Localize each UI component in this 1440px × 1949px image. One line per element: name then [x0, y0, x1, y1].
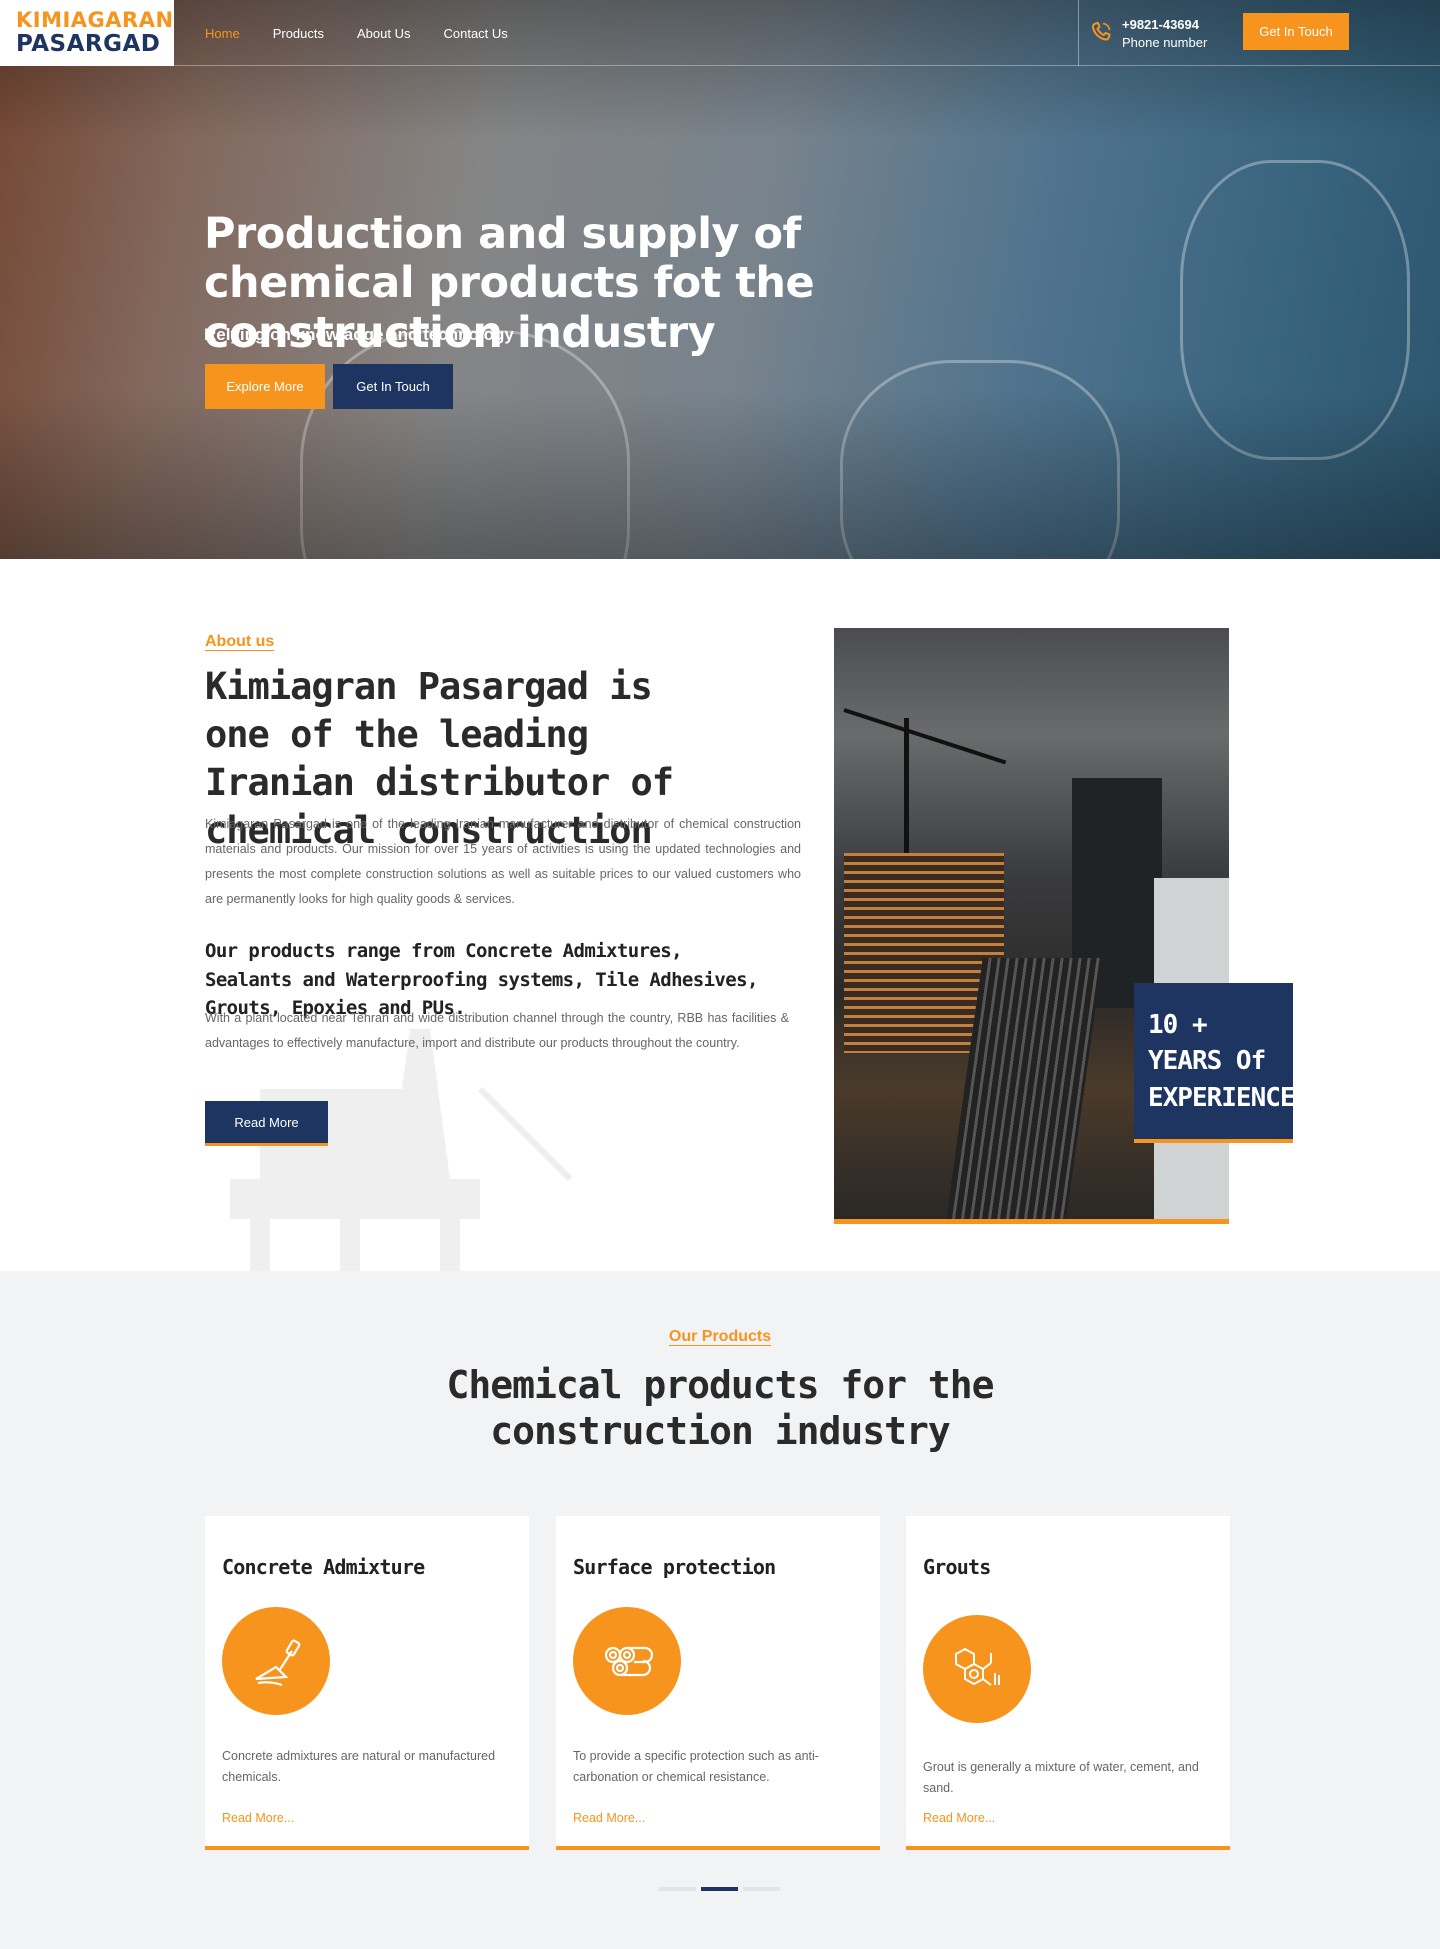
molecule-icon [955, 1647, 1000, 1686]
product-card-surface-protection[interactable]: Surface protection To provide a specific… [556, 1516, 880, 1850]
experience-badge: 10 + YEARS Of EXPERIENCE [1134, 983, 1296, 1143]
nav-item-about-us[interactable]: About Us [357, 26, 410, 41]
products-section: Our Products Chemical products for the c… [0, 1271, 1440, 1949]
about-section: About us Kimiagran Pasargad is one of th… [0, 559, 1440, 1271]
carousel-dot-1[interactable] [659, 1887, 696, 1891]
crane-decoration [843, 708, 1007, 765]
about-read-more-button[interactable]: Read More [205, 1101, 328, 1146]
header-get-in-touch-button[interactable]: Get In Touch [1243, 13, 1349, 50]
product-card-text: Grout is generally a mixture of water, c… [923, 1760, 1199, 1795]
pipes-icon [604, 1646, 654, 1677]
experience-line-3: EXPERIENCE [1148, 1082, 1296, 1113]
nav-item-products[interactable]: Products [273, 26, 324, 41]
products-eyebrow: Our Products [668, 1328, 772, 1345]
product-card-icon-circle [222, 1607, 330, 1715]
product-card-read-more-link[interactable]: Read More... [222, 1811, 294, 1825]
nav-item-home[interactable]: Home [205, 26, 240, 41]
product-card-icon-circle [923, 1615, 1031, 1723]
about-paragraph-1: Kimiagaran Pasargad is one of the leadin… [205, 817, 801, 906]
main-nav: Home Products About Us Contact Us [205, 0, 508, 66]
product-card-title: Concrete Admixture [222, 1555, 425, 1579]
products-title: Chemical products for the construction i… [446, 1363, 995, 1453]
hero-get-in-touch-button[interactable]: Get In Touch [333, 364, 453, 409]
header-divider [1078, 0, 1079, 66]
oil-rig-watermark-icon [230, 1029, 573, 1271]
products-eyebrow-wrap: Our Products [0, 1328, 1440, 1346]
hero-subtitle: Relying on knowladge and technology [204, 325, 514, 344]
product-card-concrete-admixture[interactable]: Concrete Admixture Concrete admixtures a… [205, 1516, 529, 1850]
product-card-title: Grouts [923, 1555, 991, 1579]
logo[interactable]: KIMIAGARAN PASARGAD [0, 0, 174, 66]
logo-line-1: KIMIAGARAN [16, 8, 174, 32]
experience-line-2: YEARS Of [1148, 1046, 1266, 1077]
phone-label: Phone number [1122, 35, 1208, 50]
experience-line-1: 10 + [1148, 1010, 1208, 1040]
product-card-icon-circle [573, 1607, 681, 1715]
nav-item-contact-us[interactable]: Contact Us [443, 26, 507, 41]
about-eyebrow: About us [205, 633, 275, 650]
crane-decoration [904, 718, 909, 868]
product-card-read-more-link[interactable]: Read More... [923, 1811, 995, 1825]
product-card-text: To provide a specific protection such as… [573, 1749, 819, 1784]
about-paragraph-2: With a plant located near Tehran and wid… [205, 1011, 789, 1050]
logo-line-2: PASARGAD [16, 31, 161, 57]
product-card-text: Concrete admixtures are natural or manuf… [222, 1749, 496, 1784]
product-card-grouts[interactable]: Grouts Grout is generally a mixture of w… [906, 1516, 1230, 1850]
phone-icon [1091, 21, 1111, 41]
product-card-read-more-link[interactable]: Read More... [573, 1811, 645, 1825]
carousel-dot-2[interactable] [701, 1887, 738, 1891]
explore-more-button[interactable]: Explore More [205, 364, 325, 409]
carousel-dot-3[interactable] [743, 1887, 780, 1891]
trowel-icon [255, 1639, 301, 1687]
product-card-title: Surface protection [573, 1555, 776, 1579]
phone-number[interactable]: +9821-43694 [1122, 17, 1199, 32]
